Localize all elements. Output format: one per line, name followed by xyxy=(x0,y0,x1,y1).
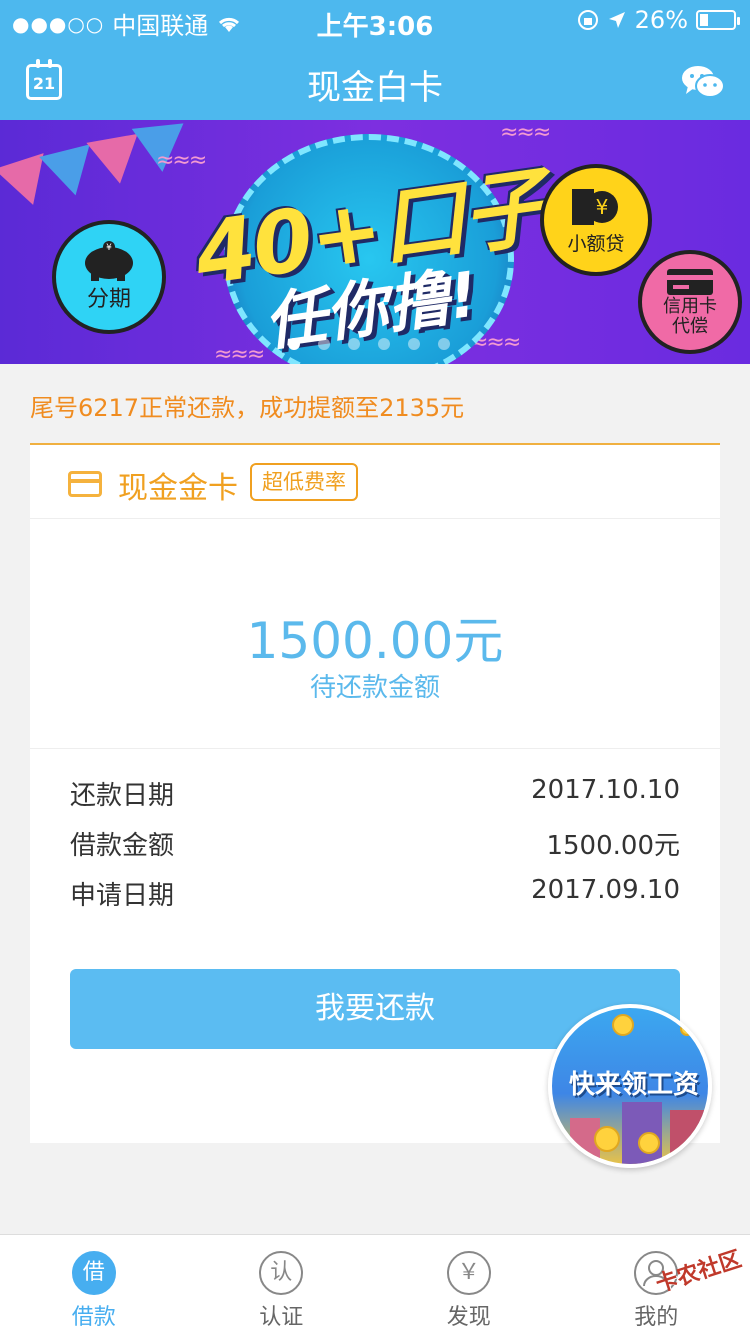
coin-icon xyxy=(680,1022,694,1036)
yuan-coin-icon: ¥ xyxy=(572,188,618,225)
salary-promo-bubble[interactable]: 快来领工资 xyxy=(548,1004,712,1168)
pager-dot[interactable] xyxy=(348,338,360,350)
pager-dot[interactable] xyxy=(288,338,300,350)
detail-value: 2017.10.10 xyxy=(531,775,680,805)
pager-dot[interactable] xyxy=(318,338,330,350)
low-rate-badge: 超低费率 xyxy=(250,463,358,501)
piggy-bank-icon: ¥ xyxy=(85,241,133,281)
squiggle-decoration: ≈≈≈ xyxy=(156,148,207,173)
coin-icon xyxy=(612,1014,634,1036)
nav-bar: 21 现金白卡 xyxy=(0,40,750,120)
small-loan-badge: ¥ 小额贷 xyxy=(540,164,652,276)
tab-label: 借款 xyxy=(71,1305,116,1330)
banner-pagination[interactable] xyxy=(288,338,450,350)
coin-icon xyxy=(594,1126,620,1152)
card-title: 现金金卡 xyxy=(118,471,238,506)
detail-value: 1500.00元 xyxy=(546,831,680,861)
rotation-lock-icon xyxy=(577,10,598,30)
credit-card-label: 信用卡代偿 xyxy=(663,296,717,337)
tab-label: 我的 xyxy=(634,1305,679,1330)
tab-borrow[interactable]: 借 借款 xyxy=(0,1235,188,1334)
pager-dot[interactable] xyxy=(378,338,390,350)
promo-banner[interactable]: ≈≈≈ ≈≈≈ ≈≈≈ ≈≈≈ ¥ 分期 40+口子 任你撸! ¥ 小额贷 信用… xyxy=(0,120,750,364)
detail-row-repay-date: 还款日期 2017.10.10 xyxy=(70,775,680,815)
divider xyxy=(30,748,720,749)
tab-verify[interactable]: 认 认证 xyxy=(188,1235,376,1334)
credit-card-icon xyxy=(667,269,713,295)
page-title: 现金白卡 xyxy=(307,68,443,108)
repayment-notice: 尾号6217正常还款，成功提额至2135元 xyxy=(30,394,465,422)
status-bar: ●●●○○ 中国联通 上午3:06 26% xyxy=(0,0,750,42)
card-header: 现金金卡 超低费率 xyxy=(30,445,720,519)
location-arrow-icon xyxy=(608,12,625,28)
discover-yuan-icon: ￥ xyxy=(446,1251,491,1295)
wechat-icon[interactable] xyxy=(680,64,726,100)
installment-badge: ¥ 分期 xyxy=(52,220,166,334)
tab-label: 发现 xyxy=(446,1305,491,1330)
outstanding-amount-label: 待还款金额 xyxy=(309,673,440,703)
battery-percent: 26% xyxy=(634,6,688,34)
small-loan-label: 小额贷 xyxy=(567,232,625,255)
battery-icon xyxy=(696,10,740,30)
verify-icon: 认 xyxy=(259,1251,304,1295)
battery-fill xyxy=(700,14,709,26)
detail-value: 2017.09.10 xyxy=(531,875,680,905)
borrow-icon: 借 xyxy=(71,1251,116,1295)
detail-label: 还款日期 xyxy=(70,781,175,811)
outstanding-amount: 1500.00元 xyxy=(246,612,504,670)
detail-row-loan-amount: 借款金额 1500.00元 xyxy=(70,825,680,865)
tab-discover[interactable]: ￥ 发现 xyxy=(375,1235,563,1334)
detail-label: 申请日期 xyxy=(70,881,175,911)
credit-card-badge: 信用卡代偿 xyxy=(638,250,742,354)
pager-dot[interactable] xyxy=(408,338,420,350)
pager-dot[interactable] xyxy=(438,338,450,350)
coin-icon xyxy=(638,1132,660,1154)
building-graphic xyxy=(670,1110,704,1164)
svg-text:¥: ¥ xyxy=(596,195,609,219)
promo-text: 快来领工资 xyxy=(568,1070,699,1100)
installment-label: 分期 xyxy=(86,287,131,312)
wallet-card-icon xyxy=(68,471,102,497)
svg-text:¥: ¥ xyxy=(106,243,112,253)
tab-label: 认证 xyxy=(259,1305,304,1330)
detail-label: 借款金额 xyxy=(70,831,175,861)
bottom-tab-bar: 借 借款 认 认证 ￥ 发现 我的 xyxy=(0,1234,750,1334)
detail-row-apply-date: 申请日期 2017.09.10 xyxy=(70,875,680,915)
